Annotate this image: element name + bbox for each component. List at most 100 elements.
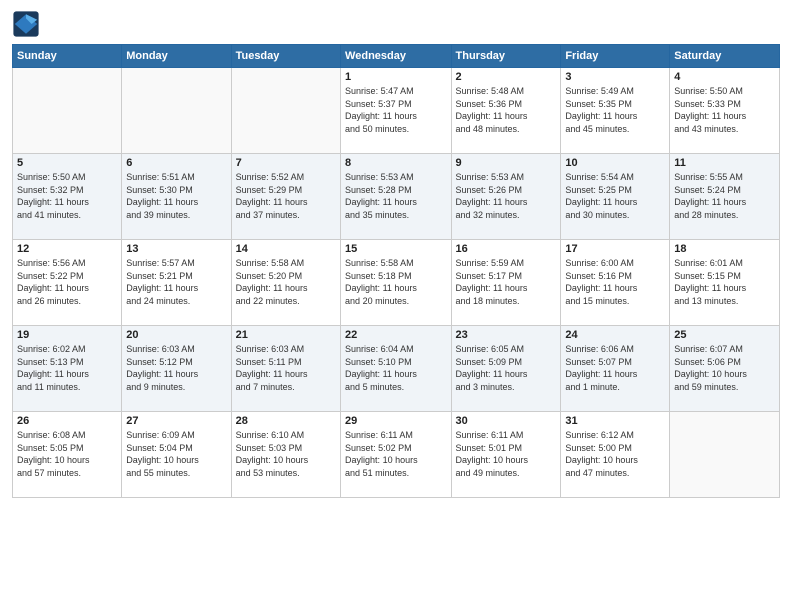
calendar-cell: 1 Sunrise: 5:47 AM Sunset: 5:37 PM Daylig… (341, 68, 451, 154)
cell-content: Sunrise: 6:04 AM Sunset: 5:10 PM Dayligh… (345, 343, 446, 393)
cell-content: Sunrise: 5:52 AM Sunset: 5:29 PM Dayligh… (236, 171, 336, 221)
cell-content: Sunrise: 5:48 AM Sunset: 5:36 PM Dayligh… (456, 85, 557, 135)
calendar-week-row: 5 Sunrise: 5:50 AM Sunset: 5:32 PM Daylig… (13, 154, 780, 240)
day-number: 10 (565, 157, 665, 169)
day-number: 16 (456, 243, 557, 255)
day-number: 9 (456, 157, 557, 169)
cell-content: Sunrise: 6:00 AM Sunset: 5:16 PM Dayligh… (565, 257, 665, 307)
day-number: 20 (126, 329, 226, 341)
weekday-header-sunday: Sunday (13, 45, 122, 68)
cell-content: Sunrise: 5:57 AM Sunset: 5:21 PM Dayligh… (126, 257, 226, 307)
calendar-cell: 17 Sunrise: 6:00 AM Sunset: 5:16 PM Dayli… (561, 240, 670, 326)
calendar-cell: 26Sunrise: 6:08 AM Sunset: 5:05 PM Dayli… (13, 412, 122, 498)
day-number: 11 (674, 157, 775, 169)
day-number: 19 (17, 329, 117, 341)
calendar-cell: 3 Sunrise: 5:49 AM Sunset: 5:35 PM Daylig… (561, 68, 670, 154)
day-number: 29 (345, 415, 446, 427)
calendar-cell (231, 68, 340, 154)
cell-content: Sunrise: 6:12 AM Sunset: 5:00 PM Dayligh… (565, 429, 665, 479)
calendar-cell: 5 Sunrise: 5:50 AM Sunset: 5:32 PM Daylig… (13, 154, 122, 240)
cell-content: Sunrise: 5:53 AM Sunset: 5:28 PM Dayligh… (345, 171, 446, 221)
calendar-cell: 10 Sunrise: 5:54 AM Sunset: 5:25 PM Dayli… (561, 154, 670, 240)
weekday-header-thursday: Thursday (451, 45, 561, 68)
calendar-cell: 14 Sunrise: 5:58 AM Sunset: 5:20 PM Dayli… (231, 240, 340, 326)
cell-content: Sunrise: 5:59 AM Sunset: 5:17 PM Dayligh… (456, 257, 557, 307)
day-number: 3 (565, 71, 665, 83)
header (12, 10, 780, 38)
calendar: SundayMondayTuesdayWednesdayThursdayFrid… (12, 44, 780, 498)
weekday-header-saturday: Saturday (670, 45, 780, 68)
calendar-cell (670, 412, 780, 498)
cell-content: Sunrise: 6:06 AM Sunset: 5:07 PM Dayligh… (565, 343, 665, 393)
logo (12, 10, 44, 38)
cell-content: Sunrise: 6:10 AM Sunset: 5:03 PM Dayligh… (236, 429, 336, 479)
calendar-cell: 7 Sunrise: 5:52 AM Sunset: 5:29 PM Daylig… (231, 154, 340, 240)
calendar-week-row: 1 Sunrise: 5:47 AM Sunset: 5:37 PM Daylig… (13, 68, 780, 154)
day-number: 12 (17, 243, 117, 255)
day-number: 6 (126, 157, 226, 169)
day-number: 15 (345, 243, 446, 255)
cell-content: Sunrise: 6:02 AM Sunset: 5:13 PM Dayligh… (17, 343, 117, 393)
calendar-cell: 11 Sunrise: 5:55 AM Sunset: 5:24 PM Dayli… (670, 154, 780, 240)
calendar-cell: 4 Sunrise: 5:50 AM Sunset: 5:33 PM Daylig… (670, 68, 780, 154)
day-number: 24 (565, 329, 665, 341)
day-number: 13 (126, 243, 226, 255)
day-number: 30 (456, 415, 557, 427)
calendar-cell: 24 Sunrise: 6:06 AM Sunset: 5:07 PM Dayli… (561, 326, 670, 412)
day-number: 23 (456, 329, 557, 341)
day-number: 28 (236, 415, 336, 427)
day-number: 4 (674, 71, 775, 83)
cell-content: Sunrise: 6:03 AM Sunset: 5:12 PM Dayligh… (126, 343, 226, 393)
day-number: 17 (565, 243, 665, 255)
calendar-cell: 19 Sunrise: 6:02 AM Sunset: 5:13 PM Dayli… (13, 326, 122, 412)
calendar-cell: 25Sunrise: 6:07 AM Sunset: 5:06 PM Dayli… (670, 326, 780, 412)
cell-content: Sunrise: 6:05 AM Sunset: 5:09 PM Dayligh… (456, 343, 557, 393)
calendar-cell: 20 Sunrise: 6:03 AM Sunset: 5:12 PM Dayli… (122, 326, 231, 412)
calendar-week-row: 19 Sunrise: 6:02 AM Sunset: 5:13 PM Dayli… (13, 326, 780, 412)
day-number: 8 (345, 157, 446, 169)
cell-content: Sunrise: 5:53 AM Sunset: 5:26 PM Dayligh… (456, 171, 557, 221)
calendar-cell: 29 Sunrise: 6:11 AM Sunset: 5:02 PM Dayli… (341, 412, 451, 498)
calendar-cell: 31 Sunrise: 6:12 AM Sunset: 5:00 PM Dayli… (561, 412, 670, 498)
calendar-cell: 28 Sunrise: 6:10 AM Sunset: 5:03 PM Dayli… (231, 412, 340, 498)
calendar-cell: 30 Sunrise: 6:11 AM Sunset: 5:01 PM Dayli… (451, 412, 561, 498)
day-number: 31 (565, 415, 665, 427)
calendar-cell: 18Sunrise: 6:01 AM Sunset: 5:15 PM Dayli… (670, 240, 780, 326)
cell-content: Sunrise: 5:50 AM Sunset: 5:33 PM Dayligh… (674, 85, 775, 135)
day-number: 5 (17, 157, 117, 169)
cell-content: Sunrise: 6:08 AM Sunset: 5:05 PM Dayligh… (17, 429, 117, 479)
calendar-cell: 12Sunrise: 5:56 AM Sunset: 5:22 PM Dayli… (13, 240, 122, 326)
calendar-cell: 22 Sunrise: 6:04 AM Sunset: 5:10 PM Dayli… (341, 326, 451, 412)
weekday-header-row: SundayMondayTuesdayWednesdayThursdayFrid… (13, 45, 780, 68)
calendar-cell: 15Sunrise: 5:58 AM Sunset: 5:18 PM Dayli… (341, 240, 451, 326)
page: SundayMondayTuesdayWednesdayThursdayFrid… (0, 0, 792, 612)
cell-content: Sunrise: 5:58 AM Sunset: 5:20 PM Dayligh… (236, 257, 336, 307)
calendar-cell: 27Sunrise: 6:09 AM Sunset: 5:04 PM Dayli… (122, 412, 231, 498)
weekday-header-wednesday: Wednesday (341, 45, 451, 68)
calendar-cell: 21Sunrise: 6:03 AM Sunset: 5:11 PM Dayli… (231, 326, 340, 412)
cell-content: Sunrise: 6:07 AM Sunset: 5:06 PM Dayligh… (674, 343, 775, 393)
day-number: 7 (236, 157, 336, 169)
cell-content: Sunrise: 6:11 AM Sunset: 5:01 PM Dayligh… (456, 429, 557, 479)
logo-icon (12, 10, 40, 38)
cell-content: Sunrise: 6:11 AM Sunset: 5:02 PM Dayligh… (345, 429, 446, 479)
calendar-cell: 2Sunrise: 5:48 AM Sunset: 5:36 PM Daylig… (451, 68, 561, 154)
calendar-week-row: 26Sunrise: 6:08 AM Sunset: 5:05 PM Dayli… (13, 412, 780, 498)
day-number: 1 (345, 71, 446, 83)
calendar-cell: 8 Sunrise: 5:53 AM Sunset: 5:28 PM Daylig… (341, 154, 451, 240)
weekday-header-monday: Monday (122, 45, 231, 68)
day-number: 14 (236, 243, 336, 255)
cell-content: Sunrise: 5:55 AM Sunset: 5:24 PM Dayligh… (674, 171, 775, 221)
cell-content: Sunrise: 5:51 AM Sunset: 5:30 PM Dayligh… (126, 171, 226, 221)
cell-content: Sunrise: 5:54 AM Sunset: 5:25 PM Dayligh… (565, 171, 665, 221)
day-number: 18 (674, 243, 775, 255)
calendar-cell: 6 Sunrise: 5:51 AM Sunset: 5:30 PM Daylig… (122, 154, 231, 240)
calendar-cell (13, 68, 122, 154)
cell-content: Sunrise: 5:50 AM Sunset: 5:32 PM Dayligh… (17, 171, 117, 221)
day-number: 22 (345, 329, 446, 341)
weekday-header-tuesday: Tuesday (231, 45, 340, 68)
cell-content: Sunrise: 6:09 AM Sunset: 5:04 PM Dayligh… (126, 429, 226, 479)
cell-content: Sunrise: 5:49 AM Sunset: 5:35 PM Dayligh… (565, 85, 665, 135)
calendar-cell: 16 Sunrise: 5:59 AM Sunset: 5:17 PM Dayli… (451, 240, 561, 326)
cell-content: Sunrise: 5:47 AM Sunset: 5:37 PM Dayligh… (345, 85, 446, 135)
